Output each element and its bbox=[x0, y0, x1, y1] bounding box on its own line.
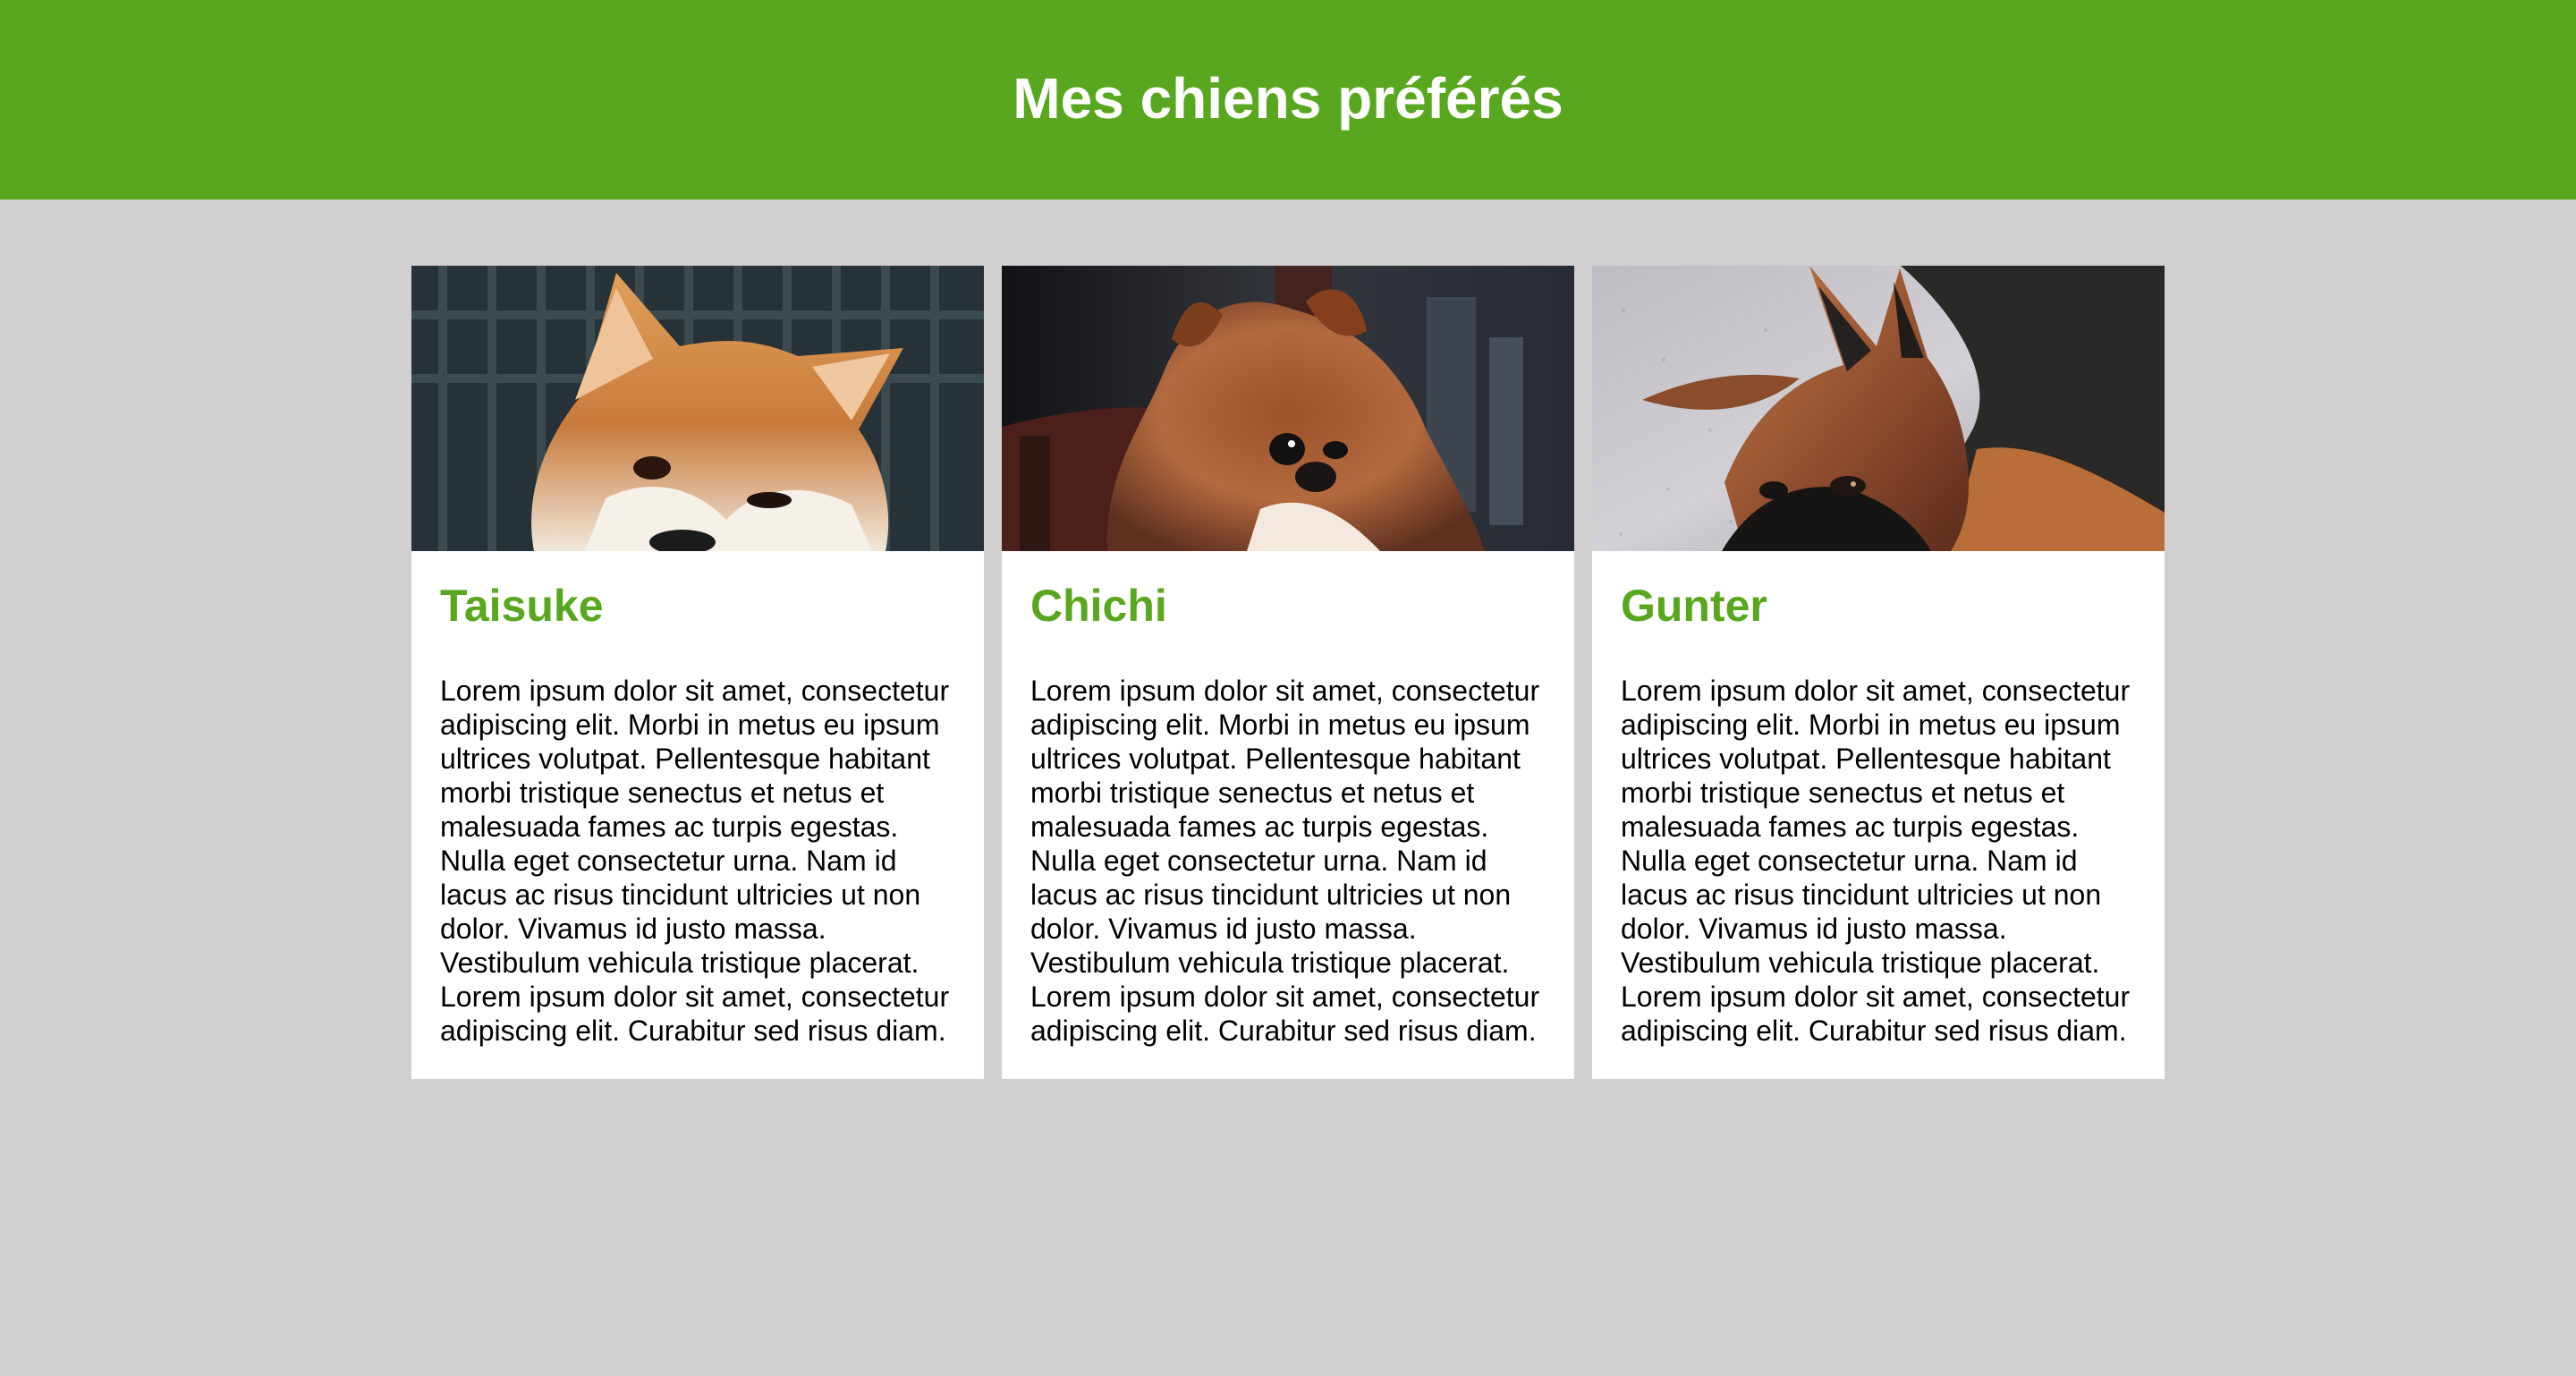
dog-card-chichi: Chichi Lorem ipsum dolor sit amet, conse… bbox=[1002, 266, 1574, 1079]
card-title-taisuke: Taisuke bbox=[440, 581, 604, 631]
page-title: Mes chiens préférés bbox=[1013, 65, 1563, 131]
card-description: Lorem ipsum dolor sit amet, consectetur … bbox=[1030, 675, 1540, 1047]
page-header: Mes chiens préférés bbox=[0, 0, 2576, 200]
card-title-chichi: Chichi bbox=[1030, 581, 1167, 631]
pomeranian-photo bbox=[1002, 266, 1574, 551]
card-description: Lorem ipsum dolor sit amet, consectetur … bbox=[1621, 675, 2131, 1047]
shiba-inu-photo bbox=[411, 266, 984, 551]
dog-card-list: Taisuke Lorem ipsum dolor sit amet, cons… bbox=[411, 266, 2165, 1079]
dog-card-taisuke: Taisuke Lorem ipsum dolor sit amet, cons… bbox=[411, 266, 984, 1079]
german-shepherd-photo bbox=[1592, 266, 2165, 551]
card-title-gunter: Gunter bbox=[1621, 581, 1767, 631]
dog-card-gunter: Gunter Lorem ipsum dolor sit amet, conse… bbox=[1592, 266, 2165, 1079]
card-description: Lorem ipsum dolor sit amet, consectetur … bbox=[440, 675, 950, 1047]
